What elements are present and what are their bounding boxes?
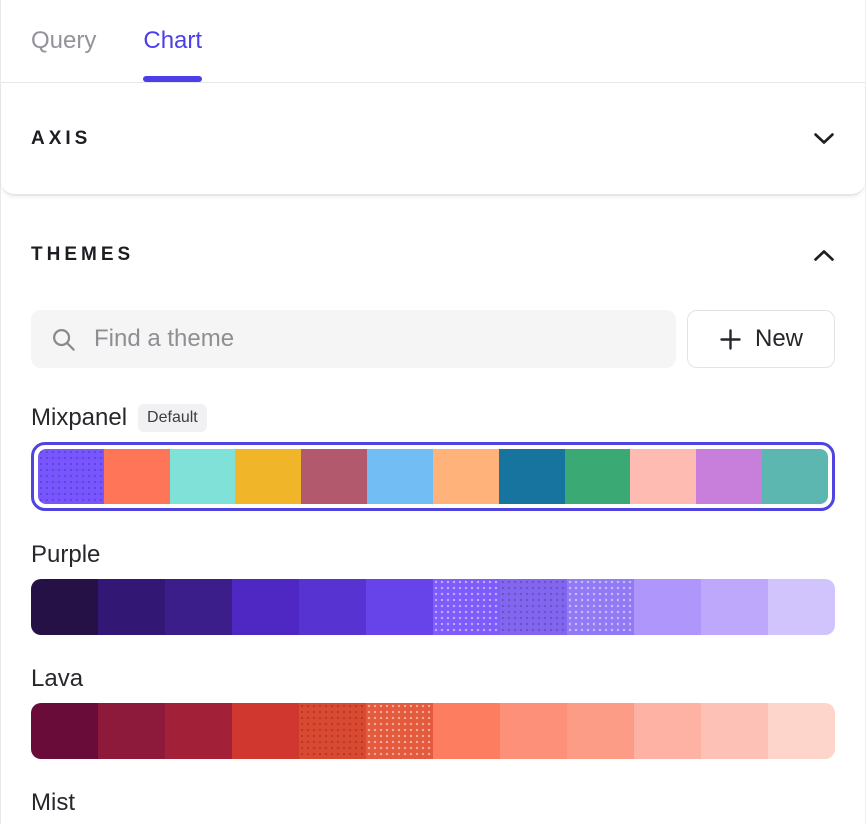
color-swatch [299,703,366,759]
color-swatch [366,703,433,759]
color-swatch [31,703,98,759]
color-swatch [701,703,768,759]
color-swatch [567,703,634,759]
color-swatch [235,449,301,504]
theme-swatch-row[interactable] [38,449,828,504]
new-theme-button-label: New [755,325,803,353]
color-swatch [433,703,500,759]
search-icon [50,326,77,353]
tab-query[interactable]: Query [31,0,96,82]
color-swatch [500,703,567,759]
theme-swatch-row[interactable] [31,579,835,635]
color-swatch [98,579,165,635]
color-swatch [433,579,500,635]
themes-section-title: THEMES [31,244,134,266]
color-swatch [232,579,299,635]
theme-swatch-row[interactable] [31,703,835,759]
default-badge: Default [138,404,207,432]
color-swatch [170,449,236,504]
chevron-down-icon[interactable] [813,132,835,145]
theme-label-row: Mist [31,789,835,817]
color-swatch [634,579,701,635]
tab-bar: Query Chart [1,0,865,83]
color-swatch [565,449,631,504]
color-swatch [768,579,835,635]
theme-item-lava: Lava [31,665,835,759]
theme-list: Mixpanel Default Purple Lava Mist [31,404,835,817]
color-swatch [500,579,567,635]
color-swatch [433,449,499,504]
theme-name: Mixpanel [31,404,127,432]
color-swatch [630,449,696,504]
theme-label-row: Mixpanel Default [31,404,835,432]
color-swatch [567,579,634,635]
new-theme-button[interactable]: New [687,310,835,368]
color-swatch [701,579,768,635]
color-swatch [299,579,366,635]
theme-item-mixpanel: Mixpanel Default [31,404,835,511]
theme-label-row: Lava [31,665,835,693]
axis-section-header[interactable]: AXIS [1,83,865,196]
plus-icon [719,328,742,351]
theme-name: Purple [31,541,100,569]
theme-item-purple: Purple [31,541,835,635]
theme-name: Mist [31,789,75,817]
chevron-up-icon[interactable] [813,249,835,262]
selected-theme-outline[interactable] [31,442,835,511]
themes-section: THEMES New Mixpanel Default Purple Lava Mist [1,200,865,817]
themes-section-header[interactable]: THEMES [31,244,835,266]
color-swatch [634,703,701,759]
color-swatch [232,703,299,759]
theme-name: Lava [31,665,83,693]
color-swatch [762,449,828,504]
color-swatch [301,449,367,504]
color-swatch [38,449,104,504]
color-swatch [499,449,565,504]
color-swatch [31,579,98,635]
color-swatch [165,579,232,635]
theme-toolbar: New [31,310,835,368]
theme-label-row: Purple [31,541,835,569]
color-swatch [366,579,433,635]
color-swatch [696,449,762,504]
color-swatch [165,703,232,759]
tab-chart[interactable]: Chart [143,0,202,82]
theme-item-mist: Mist [31,789,835,817]
theme-search-input[interactable] [94,325,657,353]
color-swatch [768,703,835,759]
color-swatch [104,449,170,504]
color-swatch [367,449,433,504]
axis-section-title: AXIS [31,128,91,150]
color-swatch [98,703,165,759]
theme-search-box[interactable] [31,310,676,368]
